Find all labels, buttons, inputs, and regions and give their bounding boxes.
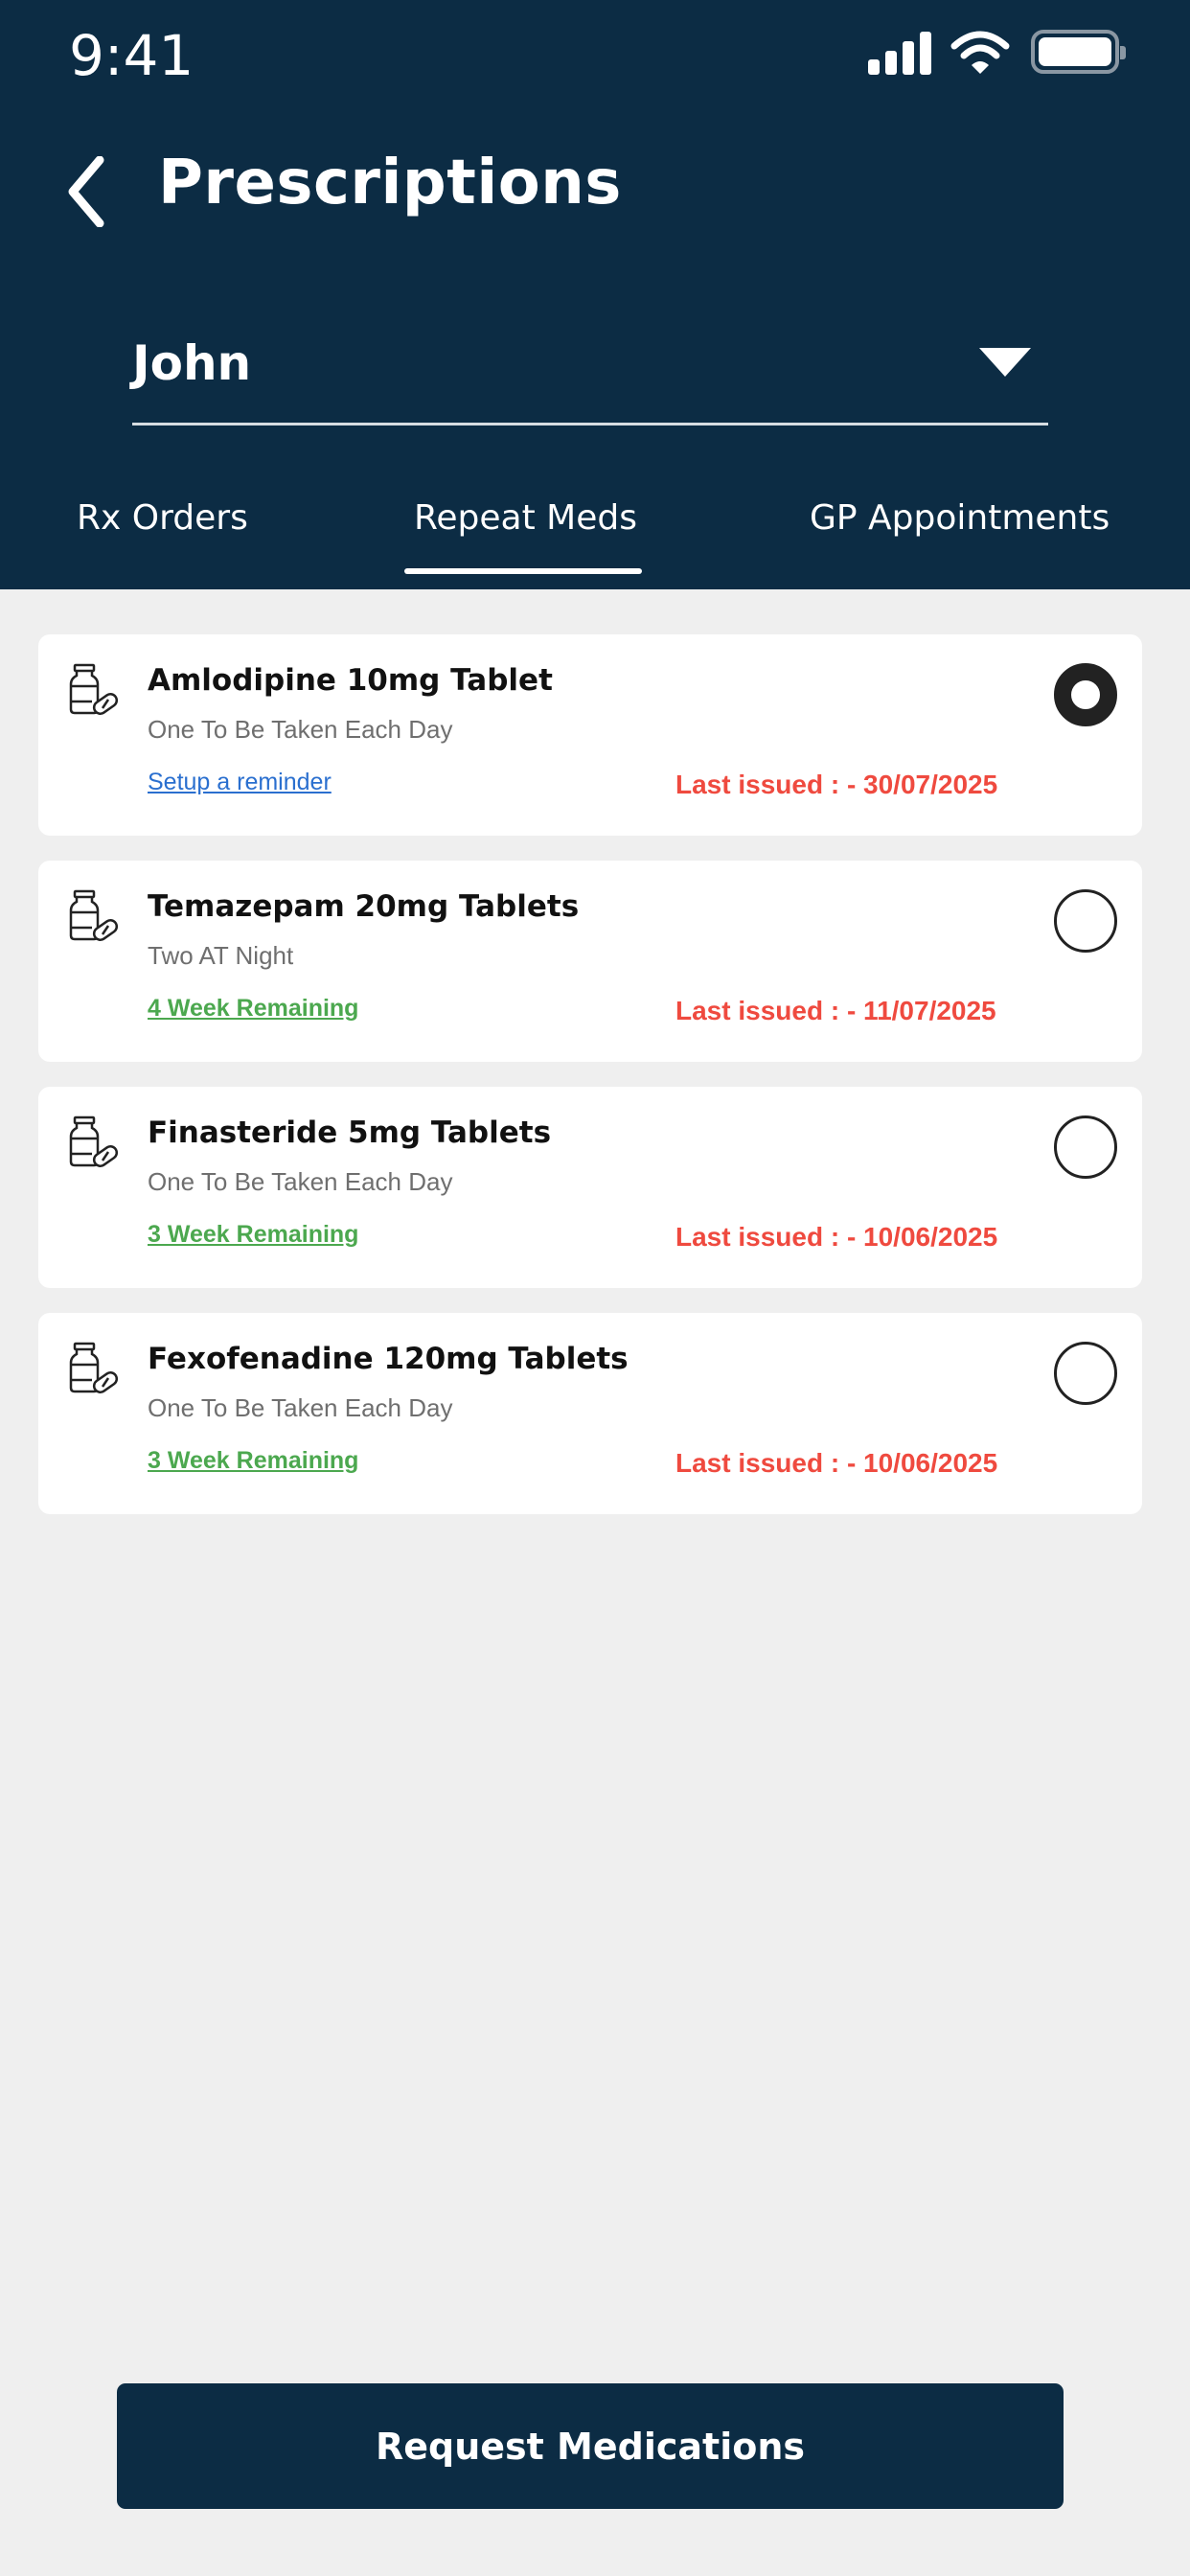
pill-bottle-icon	[69, 1342, 119, 1393]
medication-card[interactable]: Finasteride 5mg Tablets One To Be Taken …	[38, 1087, 1142, 1288]
medication-name: Fexofenadine 120mg Tablets	[148, 1342, 629, 1376]
wifi-icon	[950, 31, 1010, 74]
patient-dropdown[interactable]: John	[132, 326, 1048, 426]
setup-reminder-link[interactable]: Setup a reminder	[148, 769, 332, 796]
tab-gp-appointments[interactable]: GP Appointments	[810, 498, 1110, 538]
medication-dosage: One To Be Taken Each Day	[148, 715, 453, 744]
last-issued-date: Last issued : - 11/07/2025	[675, 996, 996, 1025]
pill-bottle-icon	[69, 889, 119, 941]
pill-bottle-icon	[69, 1116, 119, 1167]
tab-repeat-meds[interactable]: Repeat Meds	[414, 498, 637, 538]
status-time: 9:41	[69, 23, 195, 88]
pill-bottle-icon	[69, 663, 119, 715]
tab-rx-orders[interactable]: Rx Orders	[77, 498, 248, 538]
tab-bar: Rx Orders Repeat Meds GP Appointments	[0, 479, 1190, 589]
request-medications-button[interactable]: Request Medications	[117, 2383, 1064, 2509]
select-radio[interactable]	[1054, 1342, 1117, 1405]
medication-dosage: One To Be Taken Each Day	[148, 1393, 453, 1422]
app-header: 9:41 Prescriptions John Rx Orders Repeat…	[0, 0, 1190, 589]
medication-card[interactable]: Temazepam 20mg Tablets Two AT Night 4 We…	[38, 861, 1142, 1062]
last-issued-date: Last issued : - 30/07/2025	[675, 770, 998, 799]
back-button[interactable]	[57, 153, 115, 230]
request-medications-label: Request Medications	[375, 2425, 806, 2468]
page-title: Prescriptions	[158, 148, 622, 218]
medication-dosage: One To Be Taken Each Day	[148, 1167, 453, 1196]
medication-name: Amlodipine 10mg Tablet	[148, 663, 553, 698]
medication-name: Temazepam 20mg Tablets	[148, 889, 580, 924]
medication-dosage: Two AT Night	[148, 941, 294, 970]
select-radio[interactable]	[1054, 889, 1117, 953]
weeks-remaining-link[interactable]: 3 Week Remaining	[148, 1221, 358, 1249]
cellular-signal-icon	[868, 29, 931, 75]
active-tab-indicator	[404, 568, 642, 574]
weeks-remaining-link[interactable]: 3 Week Remaining	[148, 1447, 358, 1475]
battery-icon	[1031, 30, 1126, 74]
weeks-remaining-link[interactable]: 4 Week Remaining	[148, 995, 358, 1023]
select-radio[interactable]	[1054, 663, 1117, 726]
last-issued-date: Last issued : - 10/06/2025	[675, 1448, 998, 1478]
caret-down-icon	[979, 348, 1031, 377]
select-radio[interactable]	[1054, 1116, 1117, 1179]
medication-card[interactable]: Fexofenadine 120mg Tablets One To Be Tak…	[38, 1313, 1142, 1514]
last-issued-date: Last issued : - 10/06/2025	[675, 1222, 998, 1252]
medication-name: Finasteride 5mg Tablets	[148, 1116, 552, 1150]
medication-card[interactable]: Amlodipine 10mg Tablet One To Be Taken E…	[38, 634, 1142, 836]
chevron-left-icon	[68, 156, 104, 227]
patient-name: John	[132, 335, 252, 391]
status-icons	[868, 25, 1126, 79]
